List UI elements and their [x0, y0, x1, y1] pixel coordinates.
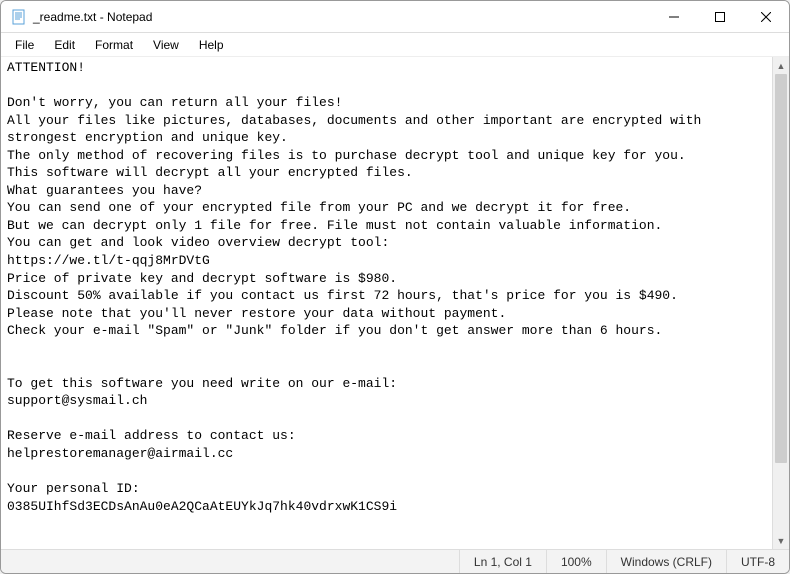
- menu-help[interactable]: Help: [189, 35, 234, 55]
- content-area: ATTENTION! Don't worry, you can return a…: [1, 57, 789, 549]
- window-title: _readme.txt - Notepad: [33, 10, 651, 24]
- status-encoding: UTF-8: [726, 550, 789, 573]
- menu-format[interactable]: Format: [85, 35, 143, 55]
- status-zoom: 100%: [546, 550, 606, 573]
- vertical-scrollbar[interactable]: ▲ ▼: [772, 57, 789, 549]
- scroll-thumb[interactable]: [775, 74, 787, 463]
- minimize-button[interactable]: [651, 1, 697, 32]
- notepad-window: _readme.txt - Notepad File Edit Format V…: [0, 0, 790, 574]
- statusbar: Ln 1, Col 1 100% Windows (CRLF) UTF-8: [1, 549, 789, 573]
- menu-edit[interactable]: Edit: [44, 35, 85, 55]
- scroll-up-arrow-icon[interactable]: ▲: [773, 57, 789, 74]
- maximize-button[interactable]: [697, 1, 743, 32]
- menu-file[interactable]: File: [5, 35, 44, 55]
- notepad-icon: [11, 9, 27, 25]
- titlebar: _readme.txt - Notepad: [1, 1, 789, 33]
- close-button[interactable]: [743, 1, 789, 32]
- scroll-track[interactable]: [773, 74, 789, 532]
- menu-view[interactable]: View: [143, 35, 189, 55]
- scroll-down-arrow-icon[interactable]: ▼: [773, 532, 789, 549]
- text-editor[interactable]: ATTENTION! Don't worry, you can return a…: [1, 57, 772, 549]
- menubar: File Edit Format View Help: [1, 33, 789, 57]
- status-line-ending: Windows (CRLF): [606, 550, 726, 573]
- window-controls: [651, 1, 789, 32]
- status-position: Ln 1, Col 1: [459, 550, 546, 573]
